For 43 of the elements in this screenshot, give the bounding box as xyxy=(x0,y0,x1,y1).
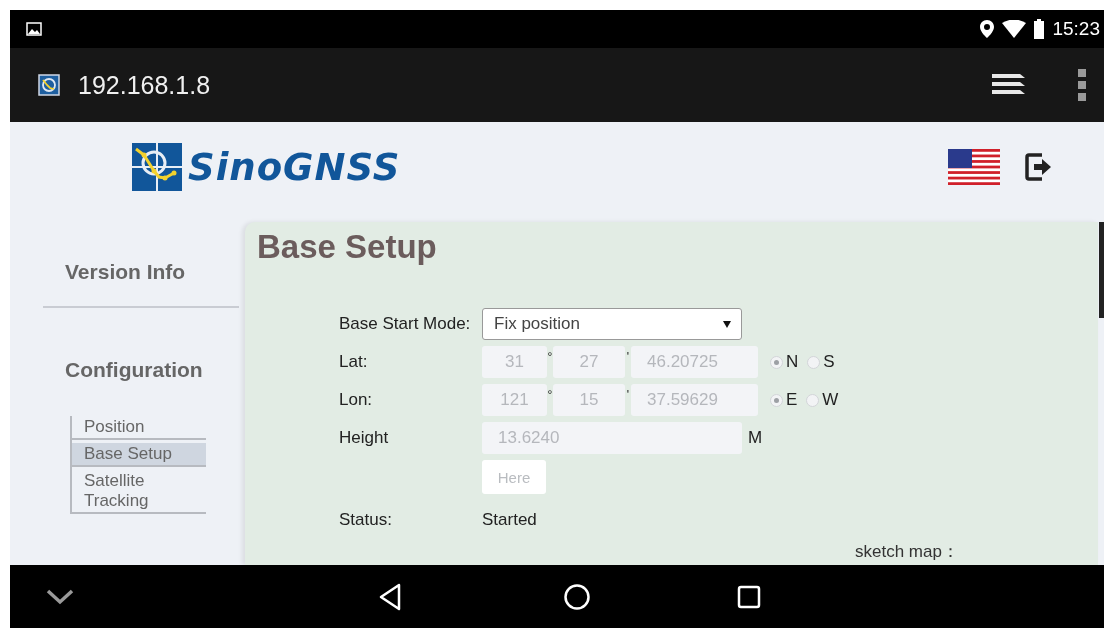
radio-button[interactable] xyxy=(806,393,820,407)
radio-button[interactable] xyxy=(770,393,783,407)
radio-label: S xyxy=(823,352,835,372)
status-value: Started xyxy=(482,510,538,530)
recents-icon[interactable] xyxy=(737,584,761,609)
sidebar-heading[interactable]: Configuration xyxy=(43,358,239,382)
flag-icon[interactable] xyxy=(948,149,1000,185)
field-label: Height xyxy=(339,428,390,448)
field-label: Lon: xyxy=(339,390,374,410)
location-icon xyxy=(980,20,995,38)
field-label: Base Start Mode: xyxy=(339,314,472,334)
site-favicon-icon xyxy=(38,74,60,96)
clock-time: 15:23 xyxy=(1052,18,1100,40)
radio-button[interactable] xyxy=(807,355,821,369)
radio-label: N xyxy=(786,352,799,372)
sidebar-item[interactable]: Satellite Tracking xyxy=(72,470,206,514)
radio-label: E xyxy=(786,390,798,410)
degree-mark: ° xyxy=(547,388,553,402)
wifi-icon xyxy=(1002,20,1027,38)
image-icon xyxy=(26,22,42,36)
unit-label: M xyxy=(748,428,763,448)
home-icon[interactable] xyxy=(563,582,591,611)
sketch-map-label: sketch map： xyxy=(855,541,959,563)
chevron-down-icon[interactable] xyxy=(46,588,74,605)
battery-icon xyxy=(1034,19,1045,39)
page-title: Base Setup xyxy=(257,228,438,266)
caret-icon xyxy=(723,320,731,328)
sidebar-item[interactable]: Base Setup xyxy=(72,443,206,467)
mode-dropdown[interactable]: Fix position xyxy=(482,308,742,340)
menu-icon[interactable] xyxy=(1078,69,1086,101)
field-label: Lat: xyxy=(339,352,369,372)
degree-mark: ° xyxy=(547,350,553,364)
sidebar-item[interactable]: Position xyxy=(72,416,206,440)
sidebar-heading[interactable]: Version Info xyxy=(43,260,239,284)
url-text[interactable]: 192.168.1.8 xyxy=(78,70,211,100)
minute-mark: ' xyxy=(625,350,631,364)
radio-label: W xyxy=(822,390,839,410)
logo[interactable]: SinoGNSS xyxy=(132,143,401,191)
minute-mark: ' xyxy=(625,388,631,402)
field-label: Status: xyxy=(339,510,393,530)
back-icon[interactable] xyxy=(378,582,402,611)
logo-icon xyxy=(132,143,182,191)
radio-button[interactable] xyxy=(770,355,783,369)
